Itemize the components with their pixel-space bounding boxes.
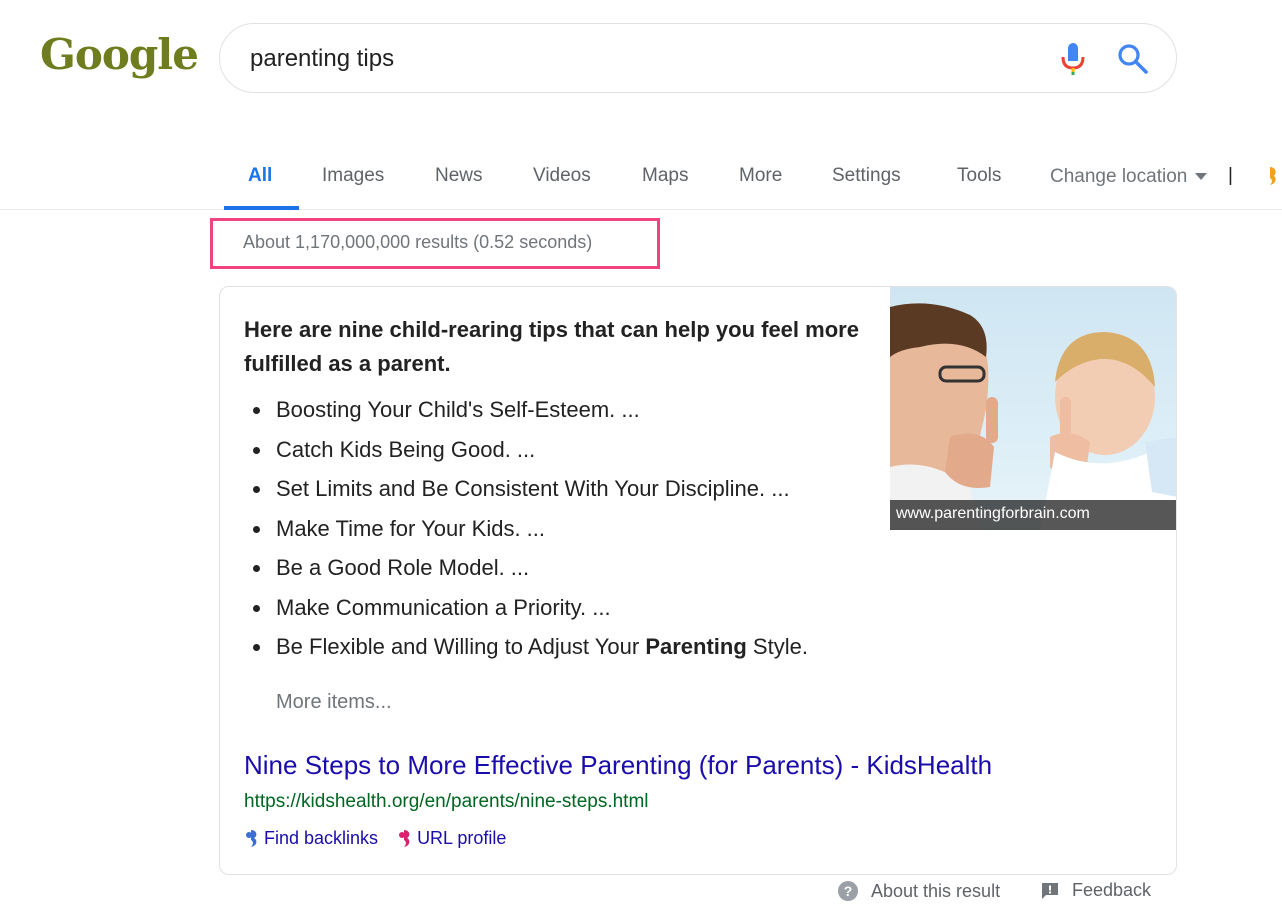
- url-profile-label: URL profile: [417, 828, 507, 848]
- list-item-text: Style.: [746, 634, 808, 659]
- tab-videos[interactable]: Videos: [533, 165, 591, 187]
- google-logo[interactable]: Google: [40, 30, 199, 90]
- feedback-label: Feedback: [1072, 880, 1152, 900]
- find-backlinks-label: Find backlinks: [264, 828, 379, 848]
- list-item: Be Flexible and Willing to Adjust Your P…: [244, 634, 884, 674]
- list-item: Make Time for Your Kids. ...: [244, 516, 884, 556]
- change-location-dropdown[interactable]: Change location: [1050, 166, 1208, 188]
- url-profile-link[interactable]: URL profile: [397, 828, 506, 849]
- more-items-link[interactable]: More items...: [276, 691, 392, 714]
- tab-images[interactable]: Images: [322, 165, 384, 187]
- tab-more[interactable]: More: [739, 165, 782, 187]
- tab-separator: |: [1228, 165, 1233, 186]
- tab-maps[interactable]: Maps: [642, 165, 688, 187]
- active-tab-indicator: [224, 206, 299, 210]
- feedback-icon: [1042, 882, 1058, 899]
- search-tabs: All Images News Videos Maps More Setting…: [0, 150, 1282, 210]
- url-profile-icon: [399, 829, 410, 847]
- logo-text: Google: [40, 30, 199, 79]
- seo-tool-links: Find backlinks URL profile: [244, 828, 520, 854]
- list-item: Be a Good Role Model. ...: [244, 555, 884, 595]
- caret-down-icon: [1195, 173, 1208, 181]
- result-title-link[interactable]: Nine Steps to More Effective Parenting (…: [244, 750, 992, 781]
- tab-all[interactable]: All: [248, 165, 272, 187]
- tab-news[interactable]: News: [435, 165, 483, 187]
- search-box: [219, 23, 1177, 93]
- snippet-list: Boosting Your Child's Self-Esteem. ... C…: [244, 397, 884, 674]
- search-input[interactable]: [250, 42, 1030, 76]
- microphone-icon[interactable]: [1058, 41, 1088, 77]
- image-source-caption: www.parentingforbrain.com: [890, 500, 1176, 530]
- extension-icon[interactable]: [1262, 166, 1278, 188]
- list-item: Set Limits and Be Consistent With Your D…: [244, 476, 884, 516]
- parent-child-photo: [890, 303, 1176, 530]
- list-item: Boosting Your Child's Self-Esteem. ...: [244, 397, 884, 437]
- result-url: https://kidshealth.org/en/parents/nine-s…: [244, 791, 649, 812]
- backlinks-icon: [246, 829, 257, 847]
- feedback-link[interactable]: Feedback: [1040, 880, 1151, 901]
- search-icon[interactable]: [1115, 41, 1151, 77]
- list-item-text: Be Flexible and Willing to Adjust Your: [276, 634, 646, 659]
- tab-tools[interactable]: Tools: [957, 165, 1001, 187]
- change-location-label: Change location: [1050, 166, 1188, 187]
- list-item: Make Communication a Priority. ...: [244, 595, 884, 635]
- svg-text:?: ?: [844, 883, 853, 899]
- featured-snippet-card: Here are nine child-rearing tips that ca…: [219, 286, 1177, 875]
- list-item: Catch Kids Being Good. ...: [244, 437, 884, 477]
- about-this-result-link[interactable]: ? About this result: [837, 880, 1000, 902]
- snippet-heading: Here are nine child-rearing tips that ca…: [244, 317, 859, 376]
- list-item-bold: Parenting: [645, 634, 747, 659]
- tab-settings[interactable]: Settings: [832, 165, 901, 187]
- about-this-result-label: About this result: [871, 880, 1001, 901]
- result-stats: About 1,170,000,000 results (0.52 second…: [243, 232, 593, 252]
- snippet-image[interactable]: www.parentingforbrain.com: [890, 287, 1176, 530]
- help-icon: ?: [838, 881, 858, 901]
- find-backlinks-link[interactable]: Find backlinks: [244, 828, 378, 849]
